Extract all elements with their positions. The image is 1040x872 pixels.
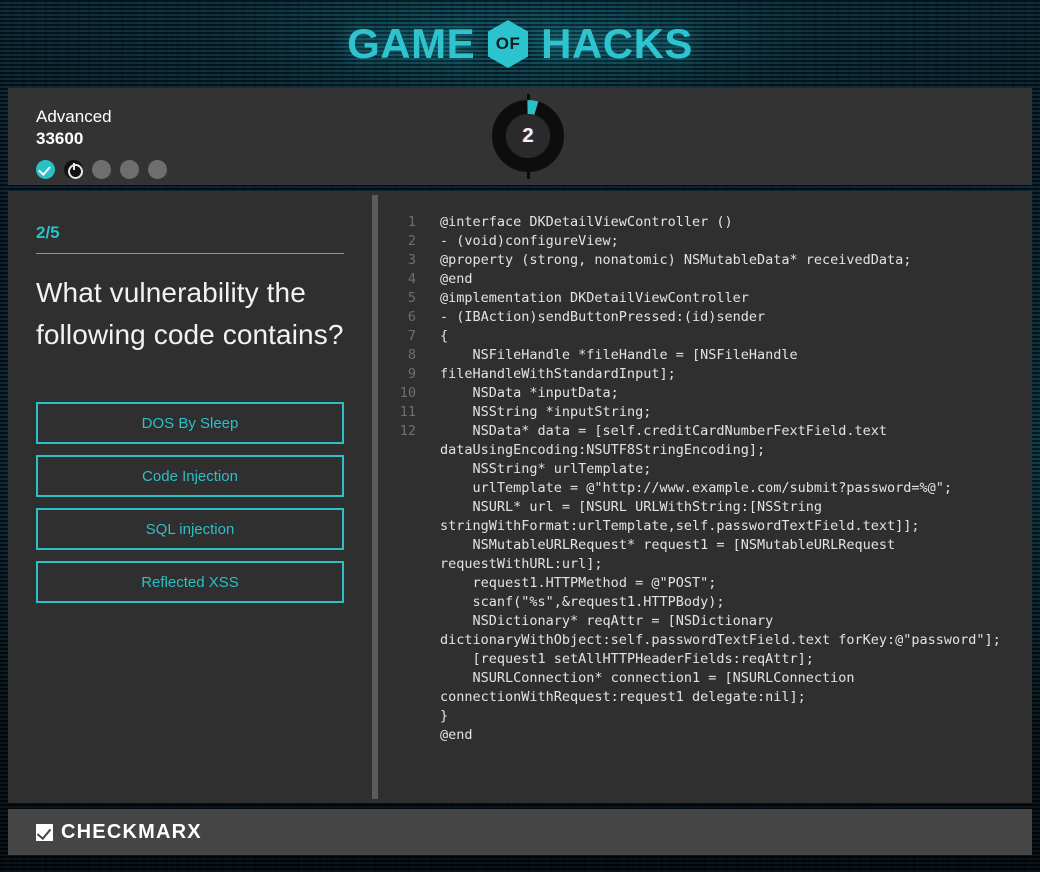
code-line-number: 9	[407, 366, 416, 382]
progress-dot-3	[92, 160, 111, 179]
site-header: GAME OF HACKS	[0, 0, 1040, 88]
code-line-number: 6	[407, 309, 416, 325]
progress-dot-2	[64, 160, 83, 179]
site-footer: CHECKMARX	[8, 809, 1032, 855]
code-line-number: 5	[407, 290, 416, 306]
checkmark-box-icon	[36, 823, 53, 841]
answer-list: DOS By Sleep Code Injection SQL injectio…	[36, 402, 344, 603]
code-source: @interface DKDetailViewController () - (…	[440, 214, 1001, 743]
code-line-number: 12	[399, 423, 416, 439]
question-panel: 2/5 What vulnerability the following cod…	[8, 191, 372, 803]
hexagon-badge-icon: OF	[486, 19, 530, 69]
code-block: 1 2 3 4 5 6 7 8 9 10 11 12 @interface DKDetailViewC…	[378, 213, 1022, 745]
checkmarx-wordmark: CHECKMARX	[61, 820, 202, 843]
hexagon-badge-label: OF	[495, 34, 521, 53]
code-line-number: 11	[399, 404, 416, 420]
score-bar: Advanced 33600 2	[8, 88, 1032, 185]
code-line-number: 3	[407, 252, 416, 268]
site-logo[interactable]: GAME OF HACKS	[347, 19, 693, 69]
code-line-number: 10	[399, 385, 416, 401]
question-divider	[36, 253, 344, 254]
answer-button-1[interactable]: DOS By Sleep	[36, 402, 344, 444]
countdown-timer: 2	[492, 94, 564, 179]
main-content: 2/5 What vulnerability the following cod…	[8, 191, 1032, 803]
question-counter: 2/5	[36, 223, 60, 242]
code-line-number: 4	[407, 271, 416, 287]
progress-dot-5	[148, 160, 167, 179]
code-line-number: 8	[407, 347, 416, 363]
logo-word-game: GAME	[347, 20, 476, 67]
progress-dot-1	[36, 160, 55, 179]
answer-button-3[interactable]: SQL injection	[36, 508, 344, 550]
progress-dot-4	[120, 160, 139, 179]
code-panel: 1 2 3 4 5 6 7 8 9 10 11 12 @interface DKDetailViewC…	[378, 191, 1032, 803]
code-line-number: 2	[407, 233, 416, 249]
code-line-numbers: 1 2 3 4 5 6 7 8 9 10 11 12	[378, 213, 416, 745]
answer-button-4[interactable]: Reflected XSS	[36, 561, 344, 603]
checkmarx-logo[interactable]: CHECKMARX	[36, 821, 202, 844]
logo-word-hacks: HACKS	[541, 20, 693, 67]
question-text: What vulnerability the following code co…	[36, 277, 344, 350]
answer-button-2[interactable]: Code Injection	[36, 455, 344, 497]
code-line-number: 7	[407, 328, 416, 344]
code-line-number: 1	[407, 214, 416, 230]
timer-count: 2	[522, 124, 534, 147]
